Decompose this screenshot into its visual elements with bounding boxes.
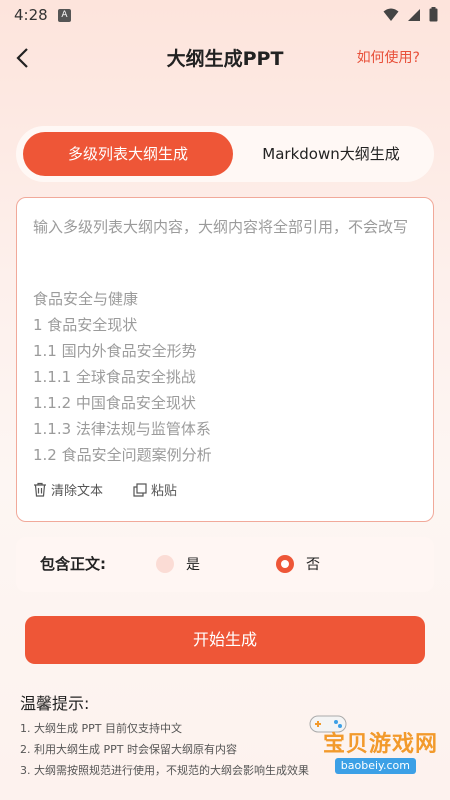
outline-line: 1.2 食品安全问题案例分析: [33, 446, 212, 464]
tab-multilevel-list[interactable]: 多级列表大纲生成: [23, 132, 233, 176]
radio-no[interactable]: 否: [276, 554, 320, 574]
battery-icon: [429, 7, 438, 22]
header: 大纲生成PPT 如何使用?: [0, 36, 450, 80]
outline-line: 1.1.2 中国食品安全现状: [33, 394, 196, 412]
outline-line: 1 食品安全现状: [33, 316, 138, 334]
outline-text: 食品安全与健康 1 食品安全现状 1.1 国内外食品安全形势 1.1.1 全球食…: [33, 286, 212, 468]
mode-tabs: 多级列表大纲生成 Markdown大纲生成: [16, 126, 434, 182]
watermark-text: 宝贝游戏网: [322, 732, 438, 757]
trash-icon: [34, 482, 46, 497]
help-link[interactable]: 如何使用?: [357, 47, 420, 67]
tip-item: 3. 大纲需按照规范进行使用，不规范的大纲会影响生成效果: [20, 764, 309, 777]
tips-list: 1. 大纲生成 PPT 目前仅支持中文 2. 利用大纲生成 PPT 时会保留大纲…: [20, 718, 309, 781]
paste-label: 粘贴: [151, 484, 178, 499]
outline-line: 1.1.1 全球食品安全挑战: [33, 368, 196, 386]
notification-icon: A: [58, 9, 71, 22]
wifi-icon: [383, 8, 399, 21]
radio-yes-label: 是: [186, 557, 200, 573]
include-content-option: 包含正文: 是 否: [16, 537, 434, 592]
outline-line: 食品安全与健康: [33, 290, 139, 308]
radio-checked-icon: [276, 555, 294, 573]
status-time: 4:28: [14, 6, 48, 24]
outline-line: 1.1 国内外食品安全形势: [33, 342, 197, 360]
status-icons: [383, 7, 438, 22]
watermark-domain: baobeiy.com: [334, 758, 416, 774]
include-content-label: 包含正文:: [40, 555, 106, 573]
signal-icon: [408, 8, 420, 21]
radio-no-label: 否: [306, 557, 320, 573]
tip-item: 1. 大纲生成 PPT 目前仅支持中文: [20, 722, 182, 735]
start-generate-button[interactable]: 开始生成: [25, 616, 425, 664]
radio-unchecked-icon: [156, 555, 174, 573]
input-placeholder: 输入多级列表大纲内容，大纲内容将全部引用，不会改写: [33, 218, 409, 236]
editor-actions: 清除文本 粘贴: [33, 480, 207, 499]
outline-line: 1.1.3 法律法规与监管体系: [33, 420, 211, 438]
copy-icon: [133, 482, 147, 497]
clear-text-button[interactable]: 清除文本: [33, 480, 103, 499]
clear-text-label: 清除文本: [51, 484, 104, 499]
tips-title: 温馨提示:: [20, 694, 90, 713]
status-bar: 4:28 A: [0, 0, 450, 32]
tab-markdown[interactable]: Markdown大纲生成: [236, 132, 426, 176]
outline-input[interactable]: 输入多级列表大纲内容，大纲内容将全部引用，不会改写 食品安全与健康 1 食品安全…: [16, 197, 434, 522]
watermark: 宝贝游戏网 baobeiy.com: [298, 706, 438, 784]
tip-item: 2. 利用大纲生成 PPT 时会保留大纲原有内容: [20, 743, 237, 756]
radio-yes[interactable]: 是: [156, 554, 200, 574]
paste-button[interactable]: 粘贴: [133, 480, 177, 499]
